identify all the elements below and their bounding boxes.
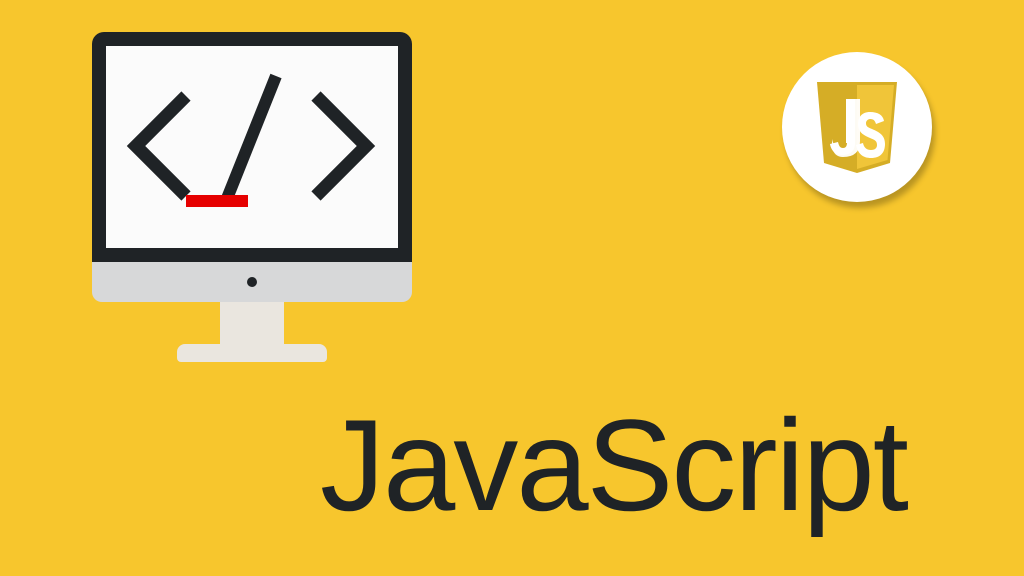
js-shield-icon: [812, 77, 902, 177]
monitor-base: [177, 344, 327, 362]
monitor-chin: [92, 262, 412, 302]
monitor-camera-dot: [247, 277, 257, 287]
page-title: JavaScript: [320, 390, 907, 540]
js-logo-badge: [782, 52, 932, 202]
code-bracket-icon: [106, 46, 398, 248]
monitor-neck: [220, 302, 284, 344]
monitor-screen: [92, 32, 412, 262]
monitor-illustration: [92, 32, 412, 362]
